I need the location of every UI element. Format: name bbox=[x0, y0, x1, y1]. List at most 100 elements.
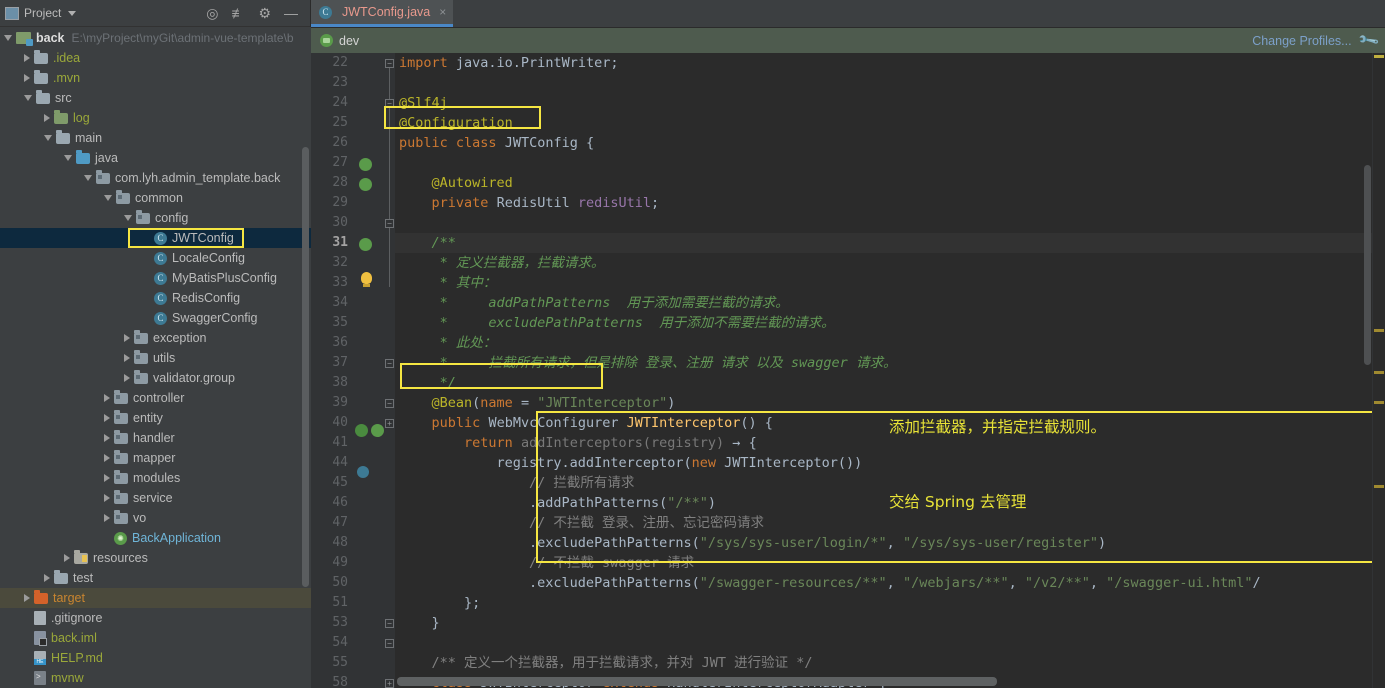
tree-item-main[interactable]: main bbox=[0, 128, 311, 148]
code-line-55[interactable]: /** 定义一个拦截器，用于拦截请求，并对 JWT 进行验证 */ bbox=[395, 653, 1385, 673]
editor-horizontal-scrollbar-track[interactable] bbox=[397, 677, 1371, 686]
gutter-line-32[interactable]: 32 bbox=[311, 253, 351, 273]
spring-bean-gutter-icon-25[interactable] bbox=[359, 158, 372, 171]
chevron-open-icon[interactable] bbox=[84, 175, 92, 181]
gutter-line-33[interactable]: 33 bbox=[311, 273, 351, 293]
tree-item-utils[interactable]: utils bbox=[0, 348, 311, 368]
gutter-line-39[interactable]: 39 bbox=[311, 393, 351, 413]
wrench-icon[interactable]: 🔧 bbox=[1356, 29, 1380, 53]
spring-autowired-gutter-icon-29[interactable] bbox=[359, 238, 372, 251]
gutter-line-45[interactable]: 45 bbox=[311, 473, 351, 493]
tree-item--mvn[interactable]: .mvn bbox=[0, 68, 311, 88]
chevron-closed-icon[interactable] bbox=[104, 454, 110, 462]
code-line-28[interactable]: @Autowired bbox=[395, 173, 1385, 193]
fold-toggle-51[interactable]: − bbox=[385, 619, 394, 628]
gutter-line-31[interactable]: 31 bbox=[311, 233, 351, 253]
gutter-line-38[interactable]: 38 bbox=[311, 373, 351, 393]
chevron-closed-icon[interactable] bbox=[24, 594, 30, 602]
code-line-53[interactable]: } bbox=[395, 613, 1385, 633]
settings-gear-icon[interactable]: ⚙ bbox=[258, 6, 271, 20]
code-line-30[interactable] bbox=[395, 213, 1385, 233]
tree-item-jwtconfig[interactable]: C JWTConfig bbox=[0, 228, 311, 248]
tree-item-config[interactable]: config bbox=[0, 208, 311, 228]
code-line-54[interactable] bbox=[395, 633, 1385, 653]
tree-item-common[interactable]: common bbox=[0, 188, 311, 208]
chevron-closed-icon[interactable] bbox=[124, 374, 130, 382]
tree-item--gitignore[interactable]: .gitignore bbox=[0, 608, 311, 628]
fold-toggle-40[interactable]: − bbox=[385, 399, 394, 408]
gutter-line-24[interactable]: 24 bbox=[311, 93, 351, 113]
tree-item-redisconfig[interactable]: C RedisConfig bbox=[0, 288, 311, 308]
gutter-line-49[interactable]: 49 bbox=[311, 553, 351, 573]
tree-item-service[interactable]: service bbox=[0, 488, 311, 508]
tree-item-java[interactable]: java bbox=[0, 148, 311, 168]
chevron-open-icon[interactable] bbox=[124, 215, 132, 221]
tree-item-com-lyh-admin-template-back[interactable]: com.lyh.admin_template.back bbox=[0, 168, 311, 188]
marker-warning-4[interactable] bbox=[1374, 485, 1384, 488]
marker-warning-top[interactable] bbox=[1374, 55, 1384, 58]
tree-item-log[interactable]: log bbox=[0, 108, 311, 128]
chevron-closed-icon[interactable] bbox=[64, 554, 70, 562]
chevron-closed-icon[interactable] bbox=[104, 394, 110, 402]
change-profiles-link[interactable]: Change Profiles... bbox=[1252, 34, 1351, 48]
gutter-line-51[interactable]: 51 bbox=[311, 593, 351, 613]
code-line-50[interactable]: .excludePathPatterns("/swagger-resources… bbox=[395, 573, 1385, 593]
code-line-24[interactable]: @Slf4j bbox=[395, 93, 1385, 113]
gutter-line-37[interactable]: 37 bbox=[311, 353, 351, 373]
chevron-closed-icon[interactable] bbox=[104, 514, 110, 522]
collapse-all-icon[interactable]: ≢ bbox=[231, 6, 245, 20]
intention-bulb-icon[interactable] bbox=[361, 272, 372, 287]
code-line-32[interactable]: * 定义拦截器，拦截请求。 bbox=[395, 253, 1385, 273]
code-line-33[interactable]: * 其中： bbox=[395, 273, 1385, 293]
fold-toggle-31[interactable]: − bbox=[385, 219, 394, 228]
tree-item-swaggerconfig[interactable]: C SwaggerConfig bbox=[0, 308, 311, 328]
gutter-line-28[interactable]: 28 bbox=[311, 173, 351, 193]
code-line-29[interactable]: private RedisUtil redisUtil; bbox=[395, 193, 1385, 213]
gutter-line-47[interactable]: 47 bbox=[311, 513, 351, 533]
chevron-open-icon[interactable] bbox=[44, 135, 52, 141]
chevron-down-icon[interactable] bbox=[68, 10, 77, 16]
tree-item-test[interactable]: test bbox=[0, 568, 311, 588]
close-icon[interactable]: × bbox=[439, 5, 446, 19]
chevron-open-icon[interactable] bbox=[4, 35, 12, 41]
tree-item-mybatisplusconfig[interactable]: C MyBatisPlusConfig bbox=[0, 268, 311, 288]
gutter-line-22[interactable]: 22 bbox=[311, 53, 351, 73]
minimize-icon[interactable]: — bbox=[284, 6, 298, 20]
spring-bean-gutter-icon-39b[interactable] bbox=[371, 424, 384, 437]
editor-horizontal-scrollbar[interactable] bbox=[397, 677, 997, 686]
fold-toggle-55[interactable]: + bbox=[385, 679, 394, 688]
tree-item-entity[interactable]: entity bbox=[0, 408, 311, 428]
code-line-23[interactable] bbox=[395, 73, 1385, 93]
code-line-36[interactable]: * 此处： bbox=[395, 333, 1385, 353]
chevron-closed-icon[interactable] bbox=[24, 74, 30, 82]
tree-item-localeconfig[interactable]: C LocaleConfig bbox=[0, 248, 311, 268]
chevron-closed-icon[interactable] bbox=[44, 574, 50, 582]
gutter-line-58[interactable]: 58 bbox=[311, 673, 351, 688]
gutter-line-41[interactable]: 41 bbox=[311, 433, 351, 453]
tree-item-resources[interactable]: resources bbox=[0, 548, 311, 568]
tree-item-mapper[interactable]: mapper bbox=[0, 448, 311, 468]
tree-item-validator-group[interactable]: validator.group bbox=[0, 368, 311, 388]
tree-root-row[interactable]: back E:\myProject\myGit\admin-vue-templa… bbox=[0, 28, 311, 48]
chevron-closed-icon[interactable] bbox=[44, 114, 50, 122]
gutter-line-29[interactable]: 29 bbox=[311, 193, 351, 213]
chevron-closed-icon[interactable] bbox=[104, 474, 110, 482]
editor-gutter[interactable]: 22 23 24 25 26 27 28 29 30 31 32 33 34 35 36 37 38 39 40 41… bbox=[311, 53, 395, 688]
editor-vertical-scrollbar[interactable] bbox=[1364, 165, 1371, 365]
tree-item--idea[interactable]: .idea bbox=[0, 48, 311, 68]
gutter-line-34[interactable]: 34 bbox=[311, 293, 351, 313]
gutter-line-26[interactable]: 26 bbox=[311, 133, 351, 153]
marker-warning-1[interactable] bbox=[1374, 329, 1384, 332]
code-line-27[interactable] bbox=[395, 153, 1385, 173]
locate-icon[interactable]: ◎ bbox=[206, 6, 218, 20]
chevron-closed-icon[interactable] bbox=[104, 434, 110, 442]
chevron-open-icon[interactable] bbox=[64, 155, 72, 161]
code-line-51[interactable]: }; bbox=[395, 593, 1385, 613]
chevron-closed-icon[interactable] bbox=[124, 354, 130, 362]
tree-item-backapplication[interactable]: ✺ BackApplication bbox=[0, 528, 311, 548]
tree-item-controller[interactable]: controller bbox=[0, 388, 311, 408]
gutter-line-30[interactable]: 30 bbox=[311, 213, 351, 233]
marker-warning-2[interactable] bbox=[1374, 371, 1384, 374]
spring-bean-gutter-icon-26[interactable] bbox=[359, 178, 372, 191]
gutter-line-35[interactable]: 35 bbox=[311, 313, 351, 333]
